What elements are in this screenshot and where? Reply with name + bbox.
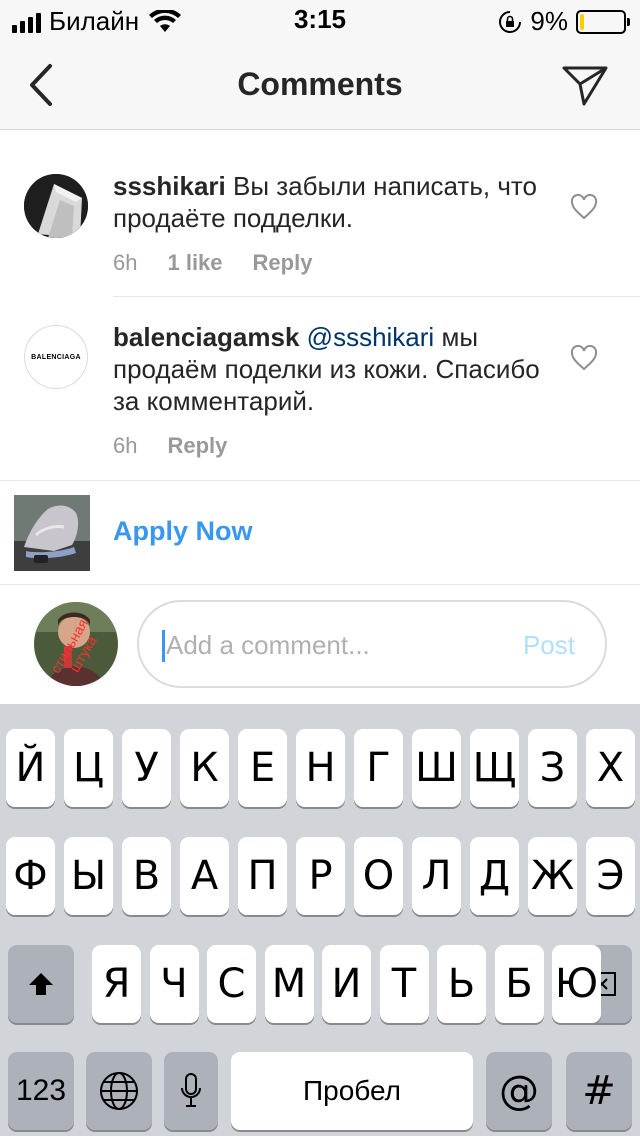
microphone-icon xyxy=(181,1073,201,1107)
reply-button[interactable]: Reply xyxy=(253,250,313,276)
post-button[interactable]: Post xyxy=(523,630,575,661)
heart-icon[interactable] xyxy=(570,345,598,371)
microphone-key[interactable] xyxy=(164,1052,218,1130)
key-ж[interactable]: Ж xyxy=(528,837,577,915)
comment-meta: 6h 1 like Reply xyxy=(113,250,312,276)
key-р[interactable]: Р xyxy=(296,837,345,915)
comment-time: 6h xyxy=(113,433,138,458)
at-key[interactable]: @ xyxy=(486,1052,552,1130)
brand-logo: BALENCIAGA xyxy=(31,353,81,361)
key-е[interactable]: Е xyxy=(238,729,287,807)
key-к[interactable]: К xyxy=(180,729,229,807)
key-а[interactable]: А xyxy=(180,837,229,915)
key-г[interactable]: Г xyxy=(354,729,403,807)
paper-plane-icon[interactable] xyxy=(560,60,610,110)
key-н[interactable]: Н xyxy=(296,729,345,807)
key-й[interactable]: Й xyxy=(6,729,55,807)
key-х[interactable]: Х xyxy=(586,729,635,807)
page-title: Comments xyxy=(237,66,403,102)
key-м[interactable]: М xyxy=(264,945,314,1023)
key-п[interactable]: П xyxy=(238,837,287,915)
key-т[interactable]: Т xyxy=(379,945,429,1023)
comment-meta: 6h Reply xyxy=(113,433,227,459)
comment-username[interactable]: ssshikari xyxy=(113,171,226,201)
keyboard: 123 Пробел @ # ЙЦУКЕНГШЩЗХ ФЫВАПРОЛДЖЭ ЯЧС… xyxy=(0,704,640,1136)
comment-input-wrapper: Post xyxy=(137,600,607,688)
comment-username[interactable]: balenciagamsk xyxy=(113,322,299,352)
globe-icon xyxy=(100,1072,138,1110)
key-щ[interactable]: Щ xyxy=(470,729,519,807)
key-ч[interactable]: Ч xyxy=(149,945,199,1023)
ad-bar: Apply Now xyxy=(0,480,640,585)
key-ф[interactable]: Ф xyxy=(6,837,55,915)
key-ц[interactable]: Ц xyxy=(64,729,113,807)
rotation-lock-icon xyxy=(499,10,522,33)
comment-item: ssshikari Вы забыли написать, что продаё… xyxy=(0,130,640,296)
battery-level xyxy=(580,13,584,30)
key-э[interactable]: Э xyxy=(586,837,635,915)
comment-text: balenciagamsk @ssshikari мы продаём поде… xyxy=(113,321,543,417)
ad-thumbnail[interactable] xyxy=(14,495,90,571)
key-д[interactable]: Д xyxy=(470,837,519,915)
space-key[interactable]: Пробел xyxy=(231,1052,473,1130)
comment-composer: стильная штука Post xyxy=(0,586,640,704)
shift-key[interactable] xyxy=(8,945,74,1023)
reply-button[interactable]: Reply xyxy=(167,433,227,459)
apply-now-link[interactable]: Apply Now xyxy=(113,516,253,547)
key-з[interactable]: З xyxy=(528,729,577,807)
key-я[interactable]: Я xyxy=(92,945,141,1023)
key-б[interactable]: Б xyxy=(494,945,544,1023)
key-о[interactable]: О xyxy=(354,837,403,915)
avatar[interactable]: стильная штука xyxy=(34,602,118,686)
key-ш[interactable]: Ш xyxy=(412,729,461,807)
heart-icon[interactable] xyxy=(570,194,598,220)
avatar[interactable]: BALENCIAGA xyxy=(24,325,88,389)
comment-time: 6h xyxy=(113,250,138,275)
comment-mention[interactable]: @ssshikari xyxy=(307,322,435,352)
numbers-key[interactable]: 123 xyxy=(8,1052,74,1130)
text-caret xyxy=(162,630,165,662)
key-в[interactable]: В xyxy=(122,837,171,915)
nav-bar: Comments xyxy=(0,40,640,130)
status-bar: Билайн 3:15 9% xyxy=(0,0,640,40)
avatar[interactable] xyxy=(24,174,88,238)
comment-input[interactable] xyxy=(166,622,506,668)
hash-key[interactable]: # xyxy=(566,1052,632,1130)
battery-percent: 9% xyxy=(530,6,568,36)
comment-text: ssshikari Вы забыли написать, что продаё… xyxy=(113,170,543,234)
key-с[interactable]: С xyxy=(207,945,256,1023)
key-ы[interactable]: Ы xyxy=(64,837,113,915)
like-count[interactable]: 1 like xyxy=(167,250,222,276)
key-у[interactable]: У xyxy=(122,729,171,807)
globe-key[interactable] xyxy=(86,1052,152,1130)
key-и[interactable]: И xyxy=(322,945,371,1023)
comment-item: BALENCIAGA balenciagamsk @ssshikari мы п… xyxy=(0,297,640,479)
key-л[interactable]: Л xyxy=(412,837,461,915)
key-ь[interactable]: Ь xyxy=(437,945,486,1023)
battery-icon xyxy=(576,9,630,34)
key-ю[interactable]: Ю xyxy=(552,945,601,1023)
